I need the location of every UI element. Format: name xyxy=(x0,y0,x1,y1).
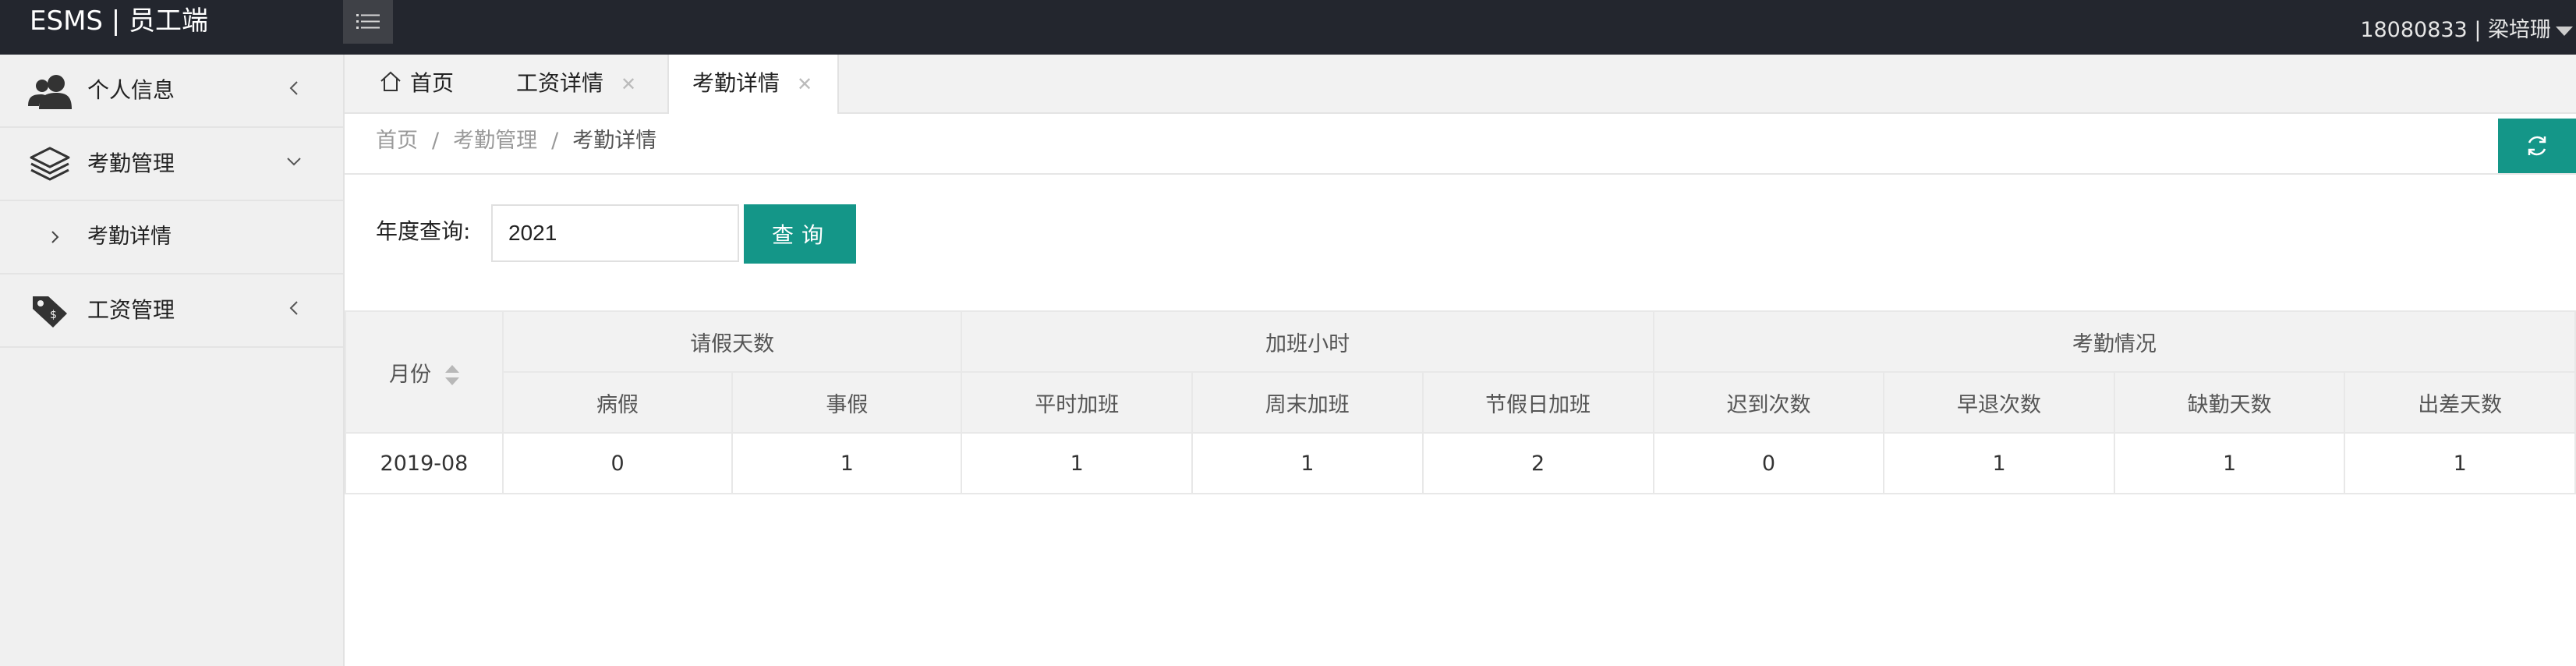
chevron-right-icon xyxy=(51,231,59,243)
top-header: ESMS | 员工端 18080833 | 梁培珊 xyxy=(0,0,2576,55)
sidebar-subitem-attendance-detail[interactable]: 考勤详情 xyxy=(0,201,343,275)
column-header-month[interactable]: 月份 xyxy=(345,310,504,434)
tab-bar: 首页 工资详情 ✕ 考勤详情 ✕ xyxy=(345,55,2576,114)
sort-icon[interactable] xyxy=(444,365,459,385)
cell-personal-leave: 1 xyxy=(731,432,963,494)
refresh-button[interactable] xyxy=(2498,119,2576,173)
column-header-weekend-overtime: 周末加班 xyxy=(1191,371,1424,434)
column-header-business-trip-days: 出差天数 xyxy=(2344,371,2576,434)
user-name: 18080833 | 梁培珊 xyxy=(2360,18,2551,42)
column-header-late-count: 迟到次数 xyxy=(1652,371,1885,434)
group-header-leave: 请假天数 xyxy=(501,310,963,373)
group-header-overtime: 加班小时 xyxy=(961,310,1654,373)
tag-icon: $ xyxy=(33,296,67,328)
cell-month: 2019-08 xyxy=(345,432,504,494)
sidebar: 个人信息 考勤管理 考勤详情 $ 工资管理 xyxy=(0,55,345,666)
breadcrumb-home[interactable]: 首页 xyxy=(376,129,418,153)
user-icon xyxy=(28,75,72,109)
menu-toggle-button[interactable] xyxy=(343,0,393,44)
refresh-icon xyxy=(2528,136,2546,156)
year-input[interactable] xyxy=(491,204,739,262)
column-header-early-leave-count: 早退次数 xyxy=(1883,371,2115,434)
close-icon[interactable]: ✕ xyxy=(621,73,636,95)
sidebar-item-label: 考勤管理 xyxy=(87,151,175,176)
group-header-attendance: 考勤情况 xyxy=(1652,310,2576,373)
breadcrumb-bar: 首页 / 考勤管理 / 考勤详情 xyxy=(345,114,2576,175)
cell-absence-days: 1 xyxy=(2113,432,2346,494)
breadcrumb-current: 考勤详情 xyxy=(572,129,657,153)
chevron-down-icon xyxy=(287,158,301,166)
year-query-label: 年度查询: xyxy=(376,218,471,244)
cell-holiday-overtime: 2 xyxy=(1421,432,1654,494)
column-header-sick-leave: 病假 xyxy=(501,371,734,434)
tab-attendance-detail[interactable]: 考勤详情 ✕ xyxy=(667,55,839,114)
breadcrumb-separator: / xyxy=(432,129,440,153)
cell-weekend-overtime: 1 xyxy=(1191,432,1424,494)
cell-early-leave-count: 1 xyxy=(1883,432,2115,494)
tab-label: 首页 xyxy=(410,70,455,96)
sidebar-item-label: 工资管理 xyxy=(87,297,175,323)
tab-label: 工资详情 xyxy=(516,70,604,96)
breadcrumb: 首页 / 考勤管理 / 考勤详情 xyxy=(376,114,656,168)
column-header-holiday-overtime: 节假日加班 xyxy=(1421,371,1654,434)
table-row[interactable]: 2019-08 0 1 1 1 2 0 1 1 1 xyxy=(345,432,2576,494)
sidebar-item-salary[interactable]: $ 工资管理 xyxy=(0,275,343,348)
chevron-left-icon xyxy=(289,301,298,315)
column-header-personal-leave: 事假 xyxy=(731,371,963,434)
sidebar-item-personal-info[interactable]: 个人信息 xyxy=(0,55,343,128)
column-header-absence-days: 缺勤天数 xyxy=(2113,371,2346,434)
svg-text:$: $ xyxy=(50,309,57,321)
sidebar-item-attendance[interactable]: 考勤管理 xyxy=(0,128,343,201)
chevron-left-icon xyxy=(289,81,298,95)
cell-weekday-overtime: 1 xyxy=(961,432,1194,494)
layers-icon xyxy=(30,147,70,181)
query-button[interactable]: 查询 xyxy=(744,204,856,264)
column-header-weekday-overtime: 平时加班 xyxy=(961,371,1194,434)
tab-home[interactable]: 首页 xyxy=(379,55,454,112)
home-icon xyxy=(380,71,401,91)
sidebar-item-label: 个人信息 xyxy=(87,77,175,103)
close-icon[interactable]: ✕ xyxy=(797,73,812,95)
cell-late-count: 0 xyxy=(1652,432,1885,494)
user-menu[interactable]: 18080833 | 梁培珊 xyxy=(2360,0,2576,61)
column-header-label: 月份 xyxy=(388,362,431,387)
attendance-table: 月份 请假天数 加班小时 考勤情况 病假 事假 平时加班 周末加班 节假日加班 … xyxy=(345,310,2576,494)
app-logo[interactable]: ESMS | 员工端 xyxy=(30,0,208,44)
breadcrumb-separator: / xyxy=(551,129,559,153)
caret-down-icon xyxy=(2556,26,2573,36)
sidebar-subitem-label: 考勤详情 xyxy=(87,225,172,249)
list-icon xyxy=(356,14,380,29)
breadcrumb-attendance[interactable]: 考勤管理 xyxy=(453,129,537,153)
cell-sick-leave: 0 xyxy=(501,432,734,494)
tab-label: 考勤详情 xyxy=(692,70,780,96)
tab-salary-detail[interactable]: 工资详情 ✕ xyxy=(516,55,636,112)
cell-business-trip-days: 1 xyxy=(2344,432,2576,494)
